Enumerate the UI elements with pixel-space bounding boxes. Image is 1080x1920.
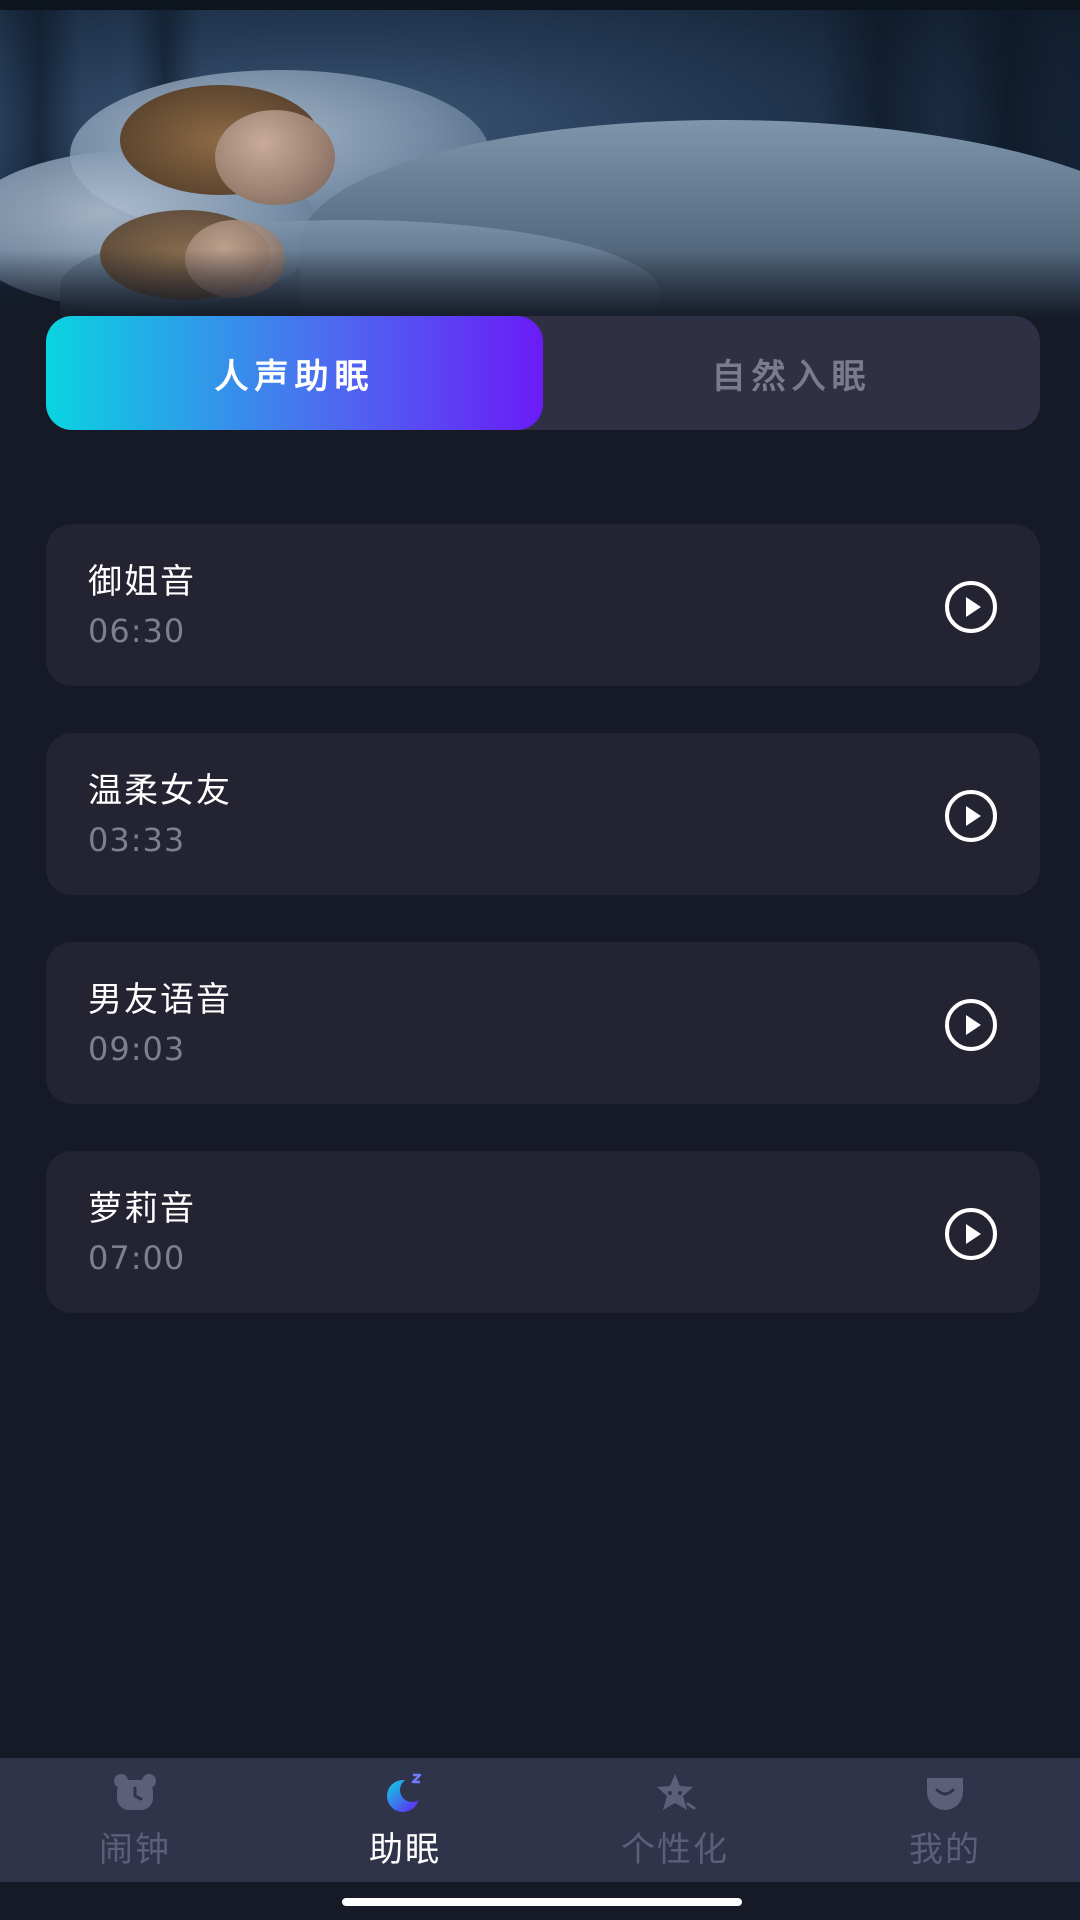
smile-face-icon [927,1778,963,1810]
track-duration: 03:33 [88,821,186,859]
tab-voice-sleep[interactable]: 人声助眠 [46,316,543,430]
nav-item-alarm[interactable]: 闹钟 [0,1758,270,1882]
track-title: 温柔女友 [88,771,232,811]
hero-sleeping-photo [0,0,1080,320]
sleep-aid-screen: 人声助眠 自然入眠 御姐音 06:30 温柔女友 03:33 男友语音 09:0… [0,0,1080,1920]
nav-label: 助眠 [369,1830,441,1870]
nav-item-mine[interactable]: 我的 [810,1758,1080,1882]
home-indicator[interactable] [342,1898,742,1906]
nav-item-sleep[interactable]: 助眠 [270,1758,540,1882]
moon-sleep-icon [387,1773,424,1812]
track-title: 御姐音 [88,562,196,602]
track-card[interactable]: 男友语音 09:03 [46,942,1040,1104]
track-list: 御姐音 06:30 温柔女友 03:33 男友语音 09:03 萝莉音 07:0… [46,524,1040,1360]
track-card[interactable]: 御姐音 06:30 [46,524,1040,686]
nav-label: 我的 [909,1830,981,1870]
track-duration: 07:00 [88,1239,186,1277]
bear-clock-icon [114,1774,156,1810]
track-title: 男友语音 [88,980,232,1020]
nav-item-personalize[interactable]: 个性化 [540,1758,810,1882]
track-card[interactable]: 温柔女友 03:33 [46,733,1040,895]
play-icon[interactable] [944,1207,998,1261]
track-card[interactable]: 萝莉音 07:00 [46,1151,1040,1313]
play-icon[interactable] [944,998,998,1052]
track-duration: 06:30 [88,612,186,650]
tab-nature-sleep[interactable]: 自然入眠 [543,316,1040,430]
nav-label: 闹钟 [99,1830,171,1870]
play-icon[interactable] [944,789,998,843]
bottom-navigation: 闹钟 助眠 个性化 我的 [0,1758,1080,1882]
nav-label: 个性化 [621,1830,729,1870]
play-icon[interactable] [944,580,998,634]
star-face-icon [657,1774,696,1810]
track-duration: 09:03 [88,1030,186,1068]
track-title: 萝莉音 [88,1189,196,1229]
segmented-tabs: 人声助眠 自然入眠 [46,316,1040,430]
